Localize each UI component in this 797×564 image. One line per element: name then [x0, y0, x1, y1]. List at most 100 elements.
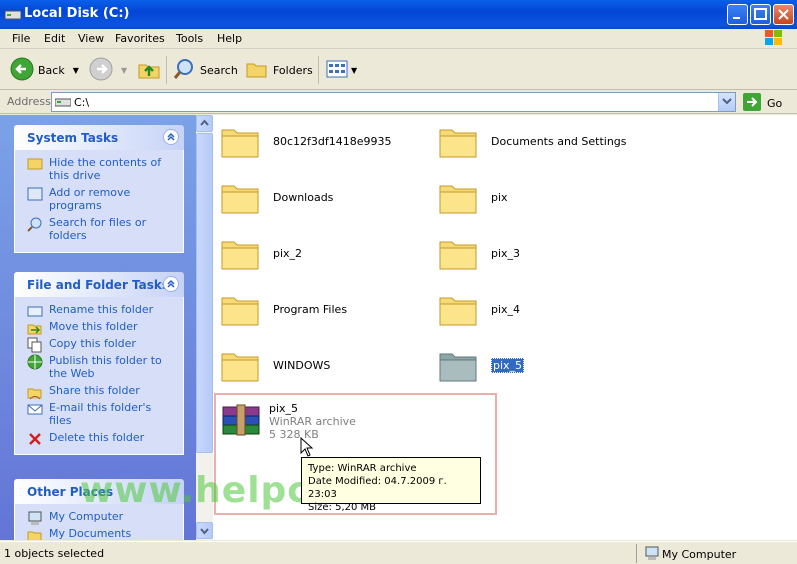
folder-item-selected[interactable]: pix_5 — [439, 348, 525, 382]
views-dropdown-icon[interactable]: ▼ — [351, 66, 357, 75]
title-bar: Local Disk (C:) — [0, 0, 797, 29]
globe-icon — [27, 354, 43, 370]
menu-tools[interactable]: Tools — [176, 32, 203, 45]
folder-name: pix — [491, 190, 508, 204]
folder-item[interactable]: Documents and Settings — [439, 124, 627, 158]
folder-name: WINDOWS — [273, 358, 331, 372]
folder-item[interactable]: WINDOWS — [221, 348, 330, 382]
address-value: C:\ — [74, 96, 90, 109]
close-button[interactable] — [773, 4, 794, 25]
folder-item[interactable]: 80c12f3df1418e9935 — [221, 124, 392, 158]
go-arrow-icon — [742, 92, 762, 115]
folder-item[interactable]: pix — [439, 180, 508, 214]
search-button[interactable]: Search — [172, 57, 238, 83]
menu-bar: File Edit View Favorites Tools Help — [0, 29, 797, 49]
folder-icon — [439, 180, 477, 214]
back-arrow-icon — [10, 57, 34, 84]
menu-edit[interactable]: Edit — [44, 32, 65, 45]
task-delete[interactable]: Delete this folder — [27, 431, 177, 445]
folder-icon — [221, 236, 259, 270]
task-copy[interactable]: Copy this folder — [27, 337, 177, 353]
go-button[interactable]: Go — [742, 92, 782, 115]
windows-logo-icon — [763, 28, 785, 51]
computer-icon — [644, 545, 660, 564]
up-folder-icon — [137, 57, 161, 84]
back-dropdown-icon[interactable]: ▼ — [73, 66, 79, 75]
scroll-thumb[interactable] — [196, 133, 213, 453]
task-move[interactable]: Move this folder — [27, 320, 177, 335]
task-hide-contents[interactable]: Hide the contents of this drive — [27, 156, 177, 182]
back-label: Back — [38, 63, 65, 77]
task-add-remove-programs[interactable]: Add or remove programs — [27, 186, 177, 212]
file-folder-tasks-panel: File and Folder Tasks Rename this folder… — [14, 272, 184, 455]
folder-item[interactable]: Program Files — [221, 292, 347, 326]
address-input[interactable]: C:\ — [51, 92, 736, 112]
folder-name-editing[interactable]: pix_5 — [491, 357, 525, 373]
tooltip-size: Size: 5,20 MB — [308, 502, 377, 513]
task-label: Move this folder — [49, 320, 138, 333]
system-tasks-title: System Tasks — [27, 131, 119, 145]
status-location: My Computer — [644, 545, 736, 564]
file-tooltip: Type: WinRAR archive Date Modified: 04.7… — [301, 457, 481, 513]
drive-icon — [4, 7, 22, 21]
task-search-files[interactable]: Search for files or folders — [27, 216, 177, 242]
programs-icon — [27, 186, 43, 202]
status-bar: 1 objects selected My Computer — [0, 541, 797, 564]
folder-item[interactable]: pix_3 — [439, 236, 520, 270]
up-folder-button[interactable] — [137, 57, 161, 83]
folder-item[interactable]: pix_4 — [439, 292, 520, 326]
task-email[interactable]: E-mail this folder's files — [27, 401, 177, 427]
copy-icon — [27, 337, 43, 353]
search-label: Search — [200, 63, 238, 77]
folders-icon — [245, 57, 269, 84]
menu-file[interactable]: File — [12, 32, 30, 45]
forward-button[interactable]: ▼ — [89, 57, 127, 83]
go-label: Go — [767, 97, 783, 110]
folders-button[interactable]: Folders — [245, 57, 313, 83]
forward-dropdown-icon[interactable]: ▼ — [121, 66, 127, 75]
toolbar-separator — [318, 56, 319, 84]
address-bar: Address C:\ Go — [0, 90, 797, 114]
toolbar: Back ▼ ▼ Search Folders ▼ — [0, 50, 797, 90]
menu-help[interactable]: Help — [217, 32, 242, 45]
address-dropdown-button[interactable] — [718, 93, 735, 111]
scroll-down-button[interactable] — [196, 522, 213, 539]
place-my-documents[interactable]: My Documents — [27, 527, 177, 540]
system-tasks-header[interactable]: System Tasks — [14, 125, 184, 150]
scroll-up-button[interactable] — [196, 115, 213, 132]
task-label: Rename this folder — [49, 303, 154, 316]
file-folder-tasks-title: File and Folder Tasks — [27, 278, 170, 292]
menu-favorites[interactable]: Favorites — [115, 32, 165, 45]
search-icon — [27, 216, 43, 232]
folder-name: Program Files — [273, 302, 348, 316]
tooltip-date: Date Modified: 04.7.2009 г. 23:03 — [308, 476, 447, 500]
task-label: Delete this folder — [49, 431, 145, 444]
back-button[interactable]: Back ▼ — [10, 57, 79, 83]
minimize-button[interactable] — [727, 4, 748, 25]
maximize-button[interactable] — [750, 4, 771, 25]
menu-view[interactable]: View — [78, 32, 104, 45]
folder-item[interactable]: Downloads — [221, 180, 333, 214]
folder-icon — [439, 348, 477, 382]
task-share[interactable]: Share this folder — [27, 384, 177, 400]
search-icon — [172, 57, 196, 84]
rename-icon — [27, 303, 43, 319]
status-separator — [636, 544, 637, 563]
folders-label: Folders — [273, 63, 313, 77]
task-rename[interactable]: Rename this folder — [27, 303, 177, 319]
collapse-chevron-icon[interactable] — [163, 129, 179, 145]
folder-name: pix_2 — [273, 246, 303, 260]
folder-icon — [439, 124, 477, 158]
folder-name: pix_3 — [491, 246, 521, 260]
file-folder-tasks-header[interactable]: File and Folder Tasks — [14, 272, 184, 297]
folder-icon — [221, 124, 259, 158]
place-my-computer[interactable]: My Computer — [27, 510, 177, 525]
task-publish[interactable]: Publish this folder to the Web — [27, 354, 177, 380]
status-location-label: My Computer — [662, 548, 737, 561]
task-label: Add or remove programs — [49, 186, 131, 212]
views-button[interactable]: ▼ — [325, 57, 357, 83]
drive-icon — [54, 95, 72, 112]
folder-item[interactable]: pix_2 — [221, 236, 302, 270]
collapse-chevron-icon[interactable] — [163, 276, 179, 292]
forward-arrow-icon — [89, 57, 113, 84]
